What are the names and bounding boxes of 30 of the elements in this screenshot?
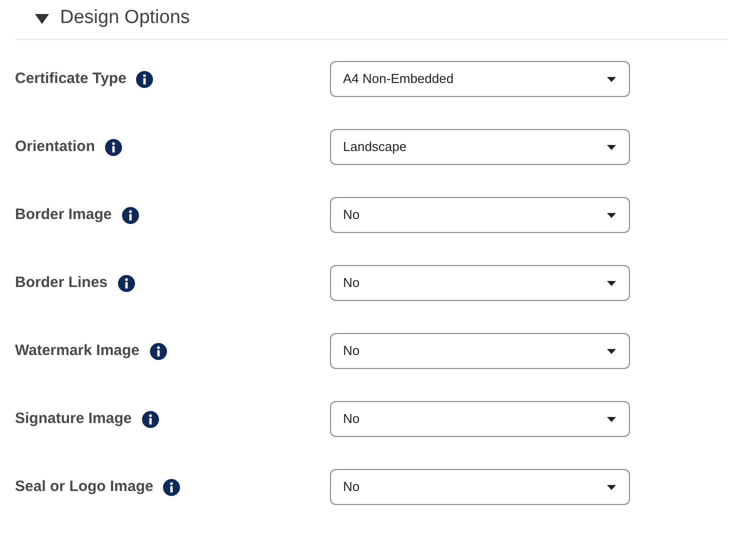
info-icon[interactable] <box>150 342 166 360</box>
field-label: Seal or Logo Image <box>15 476 154 497</box>
field-label: Border Image <box>15 204 112 225</box>
field-label: Watermark Image <box>15 340 140 361</box>
caret-icon <box>607 280 616 286</box>
caret-icon <box>607 212 616 218</box>
caret-icon <box>607 416 616 422</box>
dropdown[interactable]: No <box>330 333 630 369</box>
info-icon[interactable] <box>142 410 159 428</box>
dropdown[interactable]: No <box>330 265 630 301</box>
field-label: Signature Image <box>15 408 132 429</box>
field-label: Orientation <box>15 136 96 157</box>
caret-icon <box>607 348 616 354</box>
info-icon[interactable] <box>136 70 154 88</box>
dropdown[interactable]: A4 Non-Embedded <box>330 61 630 97</box>
field-label: Certificate Type <box>15 68 126 89</box>
info-icon[interactable] <box>163 478 180 496</box>
info-icon[interactable] <box>122 206 139 224</box>
caret-icon <box>607 144 616 150</box>
info-icon[interactable] <box>105 138 122 156</box>
dropdown[interactable]: No <box>330 197 630 233</box>
caret-icon <box>607 484 616 490</box>
info-icon[interactable] <box>118 274 135 292</box>
dropdown[interactable]: No <box>330 401 630 437</box>
collapse-toggle-icon[interactable] <box>35 14 49 24</box>
field-label: Border Lines <box>15 272 108 293</box>
section-title: Design Options <box>60 6 190 30</box>
dropdown[interactable]: No <box>330 469 630 505</box>
dropdown[interactable]: Landscape <box>330 129 630 165</box>
caret-icon <box>607 76 616 82</box>
